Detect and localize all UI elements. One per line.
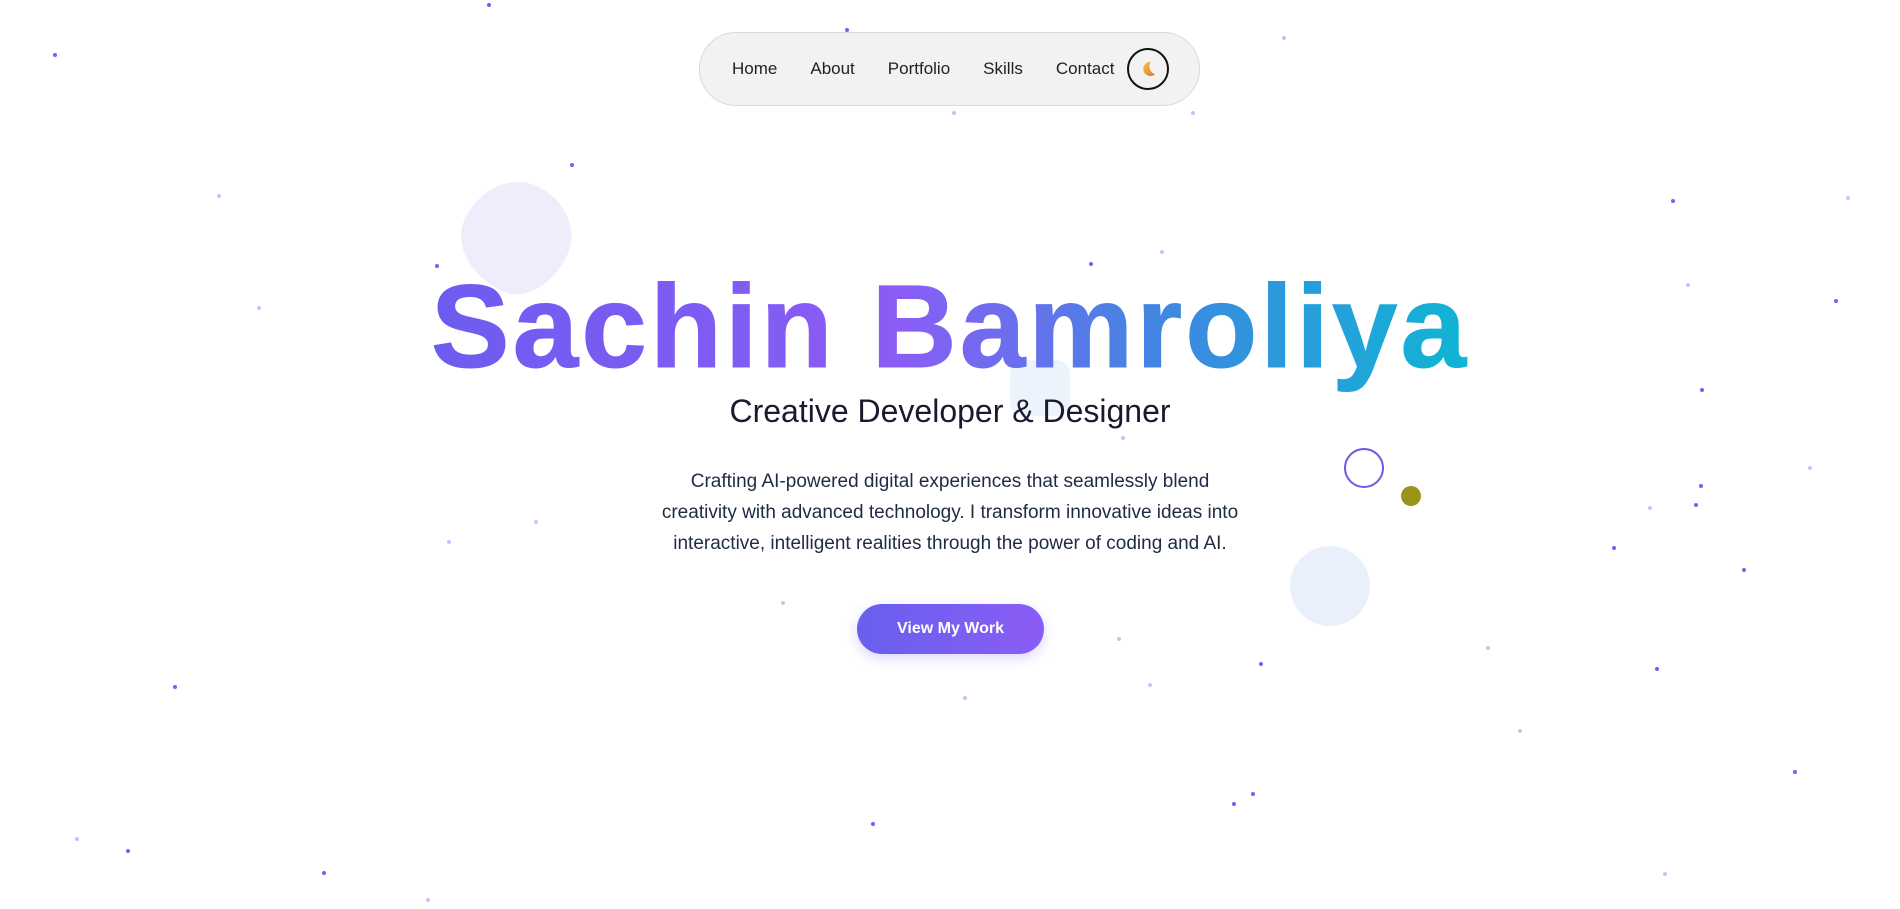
- theme-toggle-button[interactable]: [1127, 48, 1169, 90]
- nav-contact[interactable]: Contact: [1056, 59, 1115, 79]
- particle-background: [0, 0, 1900, 909]
- hero-name: Sachin Bamroliya: [0, 261, 1900, 393]
- decorative-ring: [1344, 448, 1384, 488]
- hero-subtitle: Creative Developer & Designer: [729, 393, 1171, 429]
- moon-icon: [1143, 61, 1156, 77]
- main-navigation: Home About Portfolio Skills Contact: [699, 32, 1200, 106]
- hero-name-text: Sachin Bamroliya: [430, 261, 1470, 393]
- decorative-circle: [1290, 546, 1370, 626]
- nav-home[interactable]: Home: [732, 59, 777, 79]
- nav-skills[interactable]: Skills: [983, 59, 1023, 79]
- nav-about[interactable]: About: [810, 59, 854, 79]
- hero-description: Crafting AI-powered digital experiences …: [661, 471, 1239, 554]
- nav-portfolio[interactable]: Portfolio: [888, 59, 950, 79]
- page: Home About Portfolio Skills Contact Sach…: [0, 0, 1900, 909]
- view-my-work-button[interactable]: View My Work: [857, 604, 1044, 654]
- decorative-dot: [1401, 486, 1421, 506]
